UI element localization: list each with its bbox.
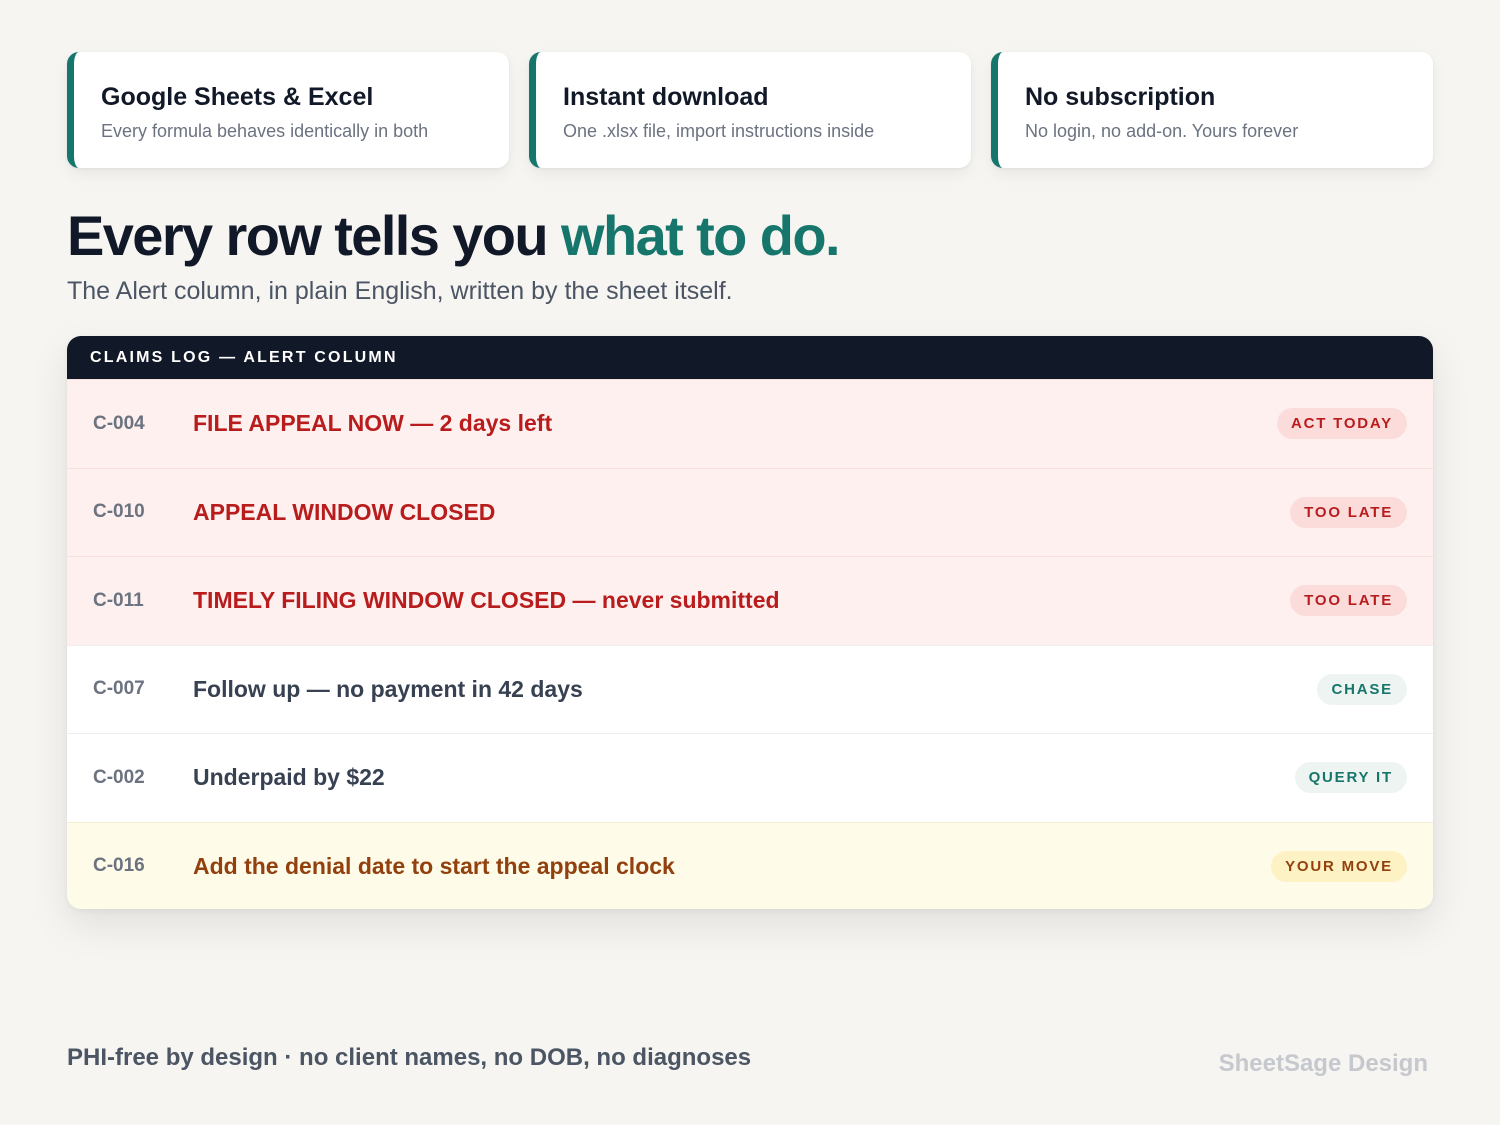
feature-card-title: Instant download — [563, 83, 769, 111]
feature-card-title: No subscription — [1025, 83, 1216, 111]
headline-lead: Every row tells you — [67, 204, 561, 267]
brand-logo-text: SheetSage Design — [1218, 1050, 1428, 1077]
alert-message: FILE APPEAL NOW — 2 days left — [193, 410, 553, 437]
table-row: C-016 Add the denial date to start the a… — [67, 821, 1433, 909]
claim-id: C-004 — [93, 412, 145, 434]
headline: Every row tells you what to do. — [67, 204, 841, 267]
alert-message: Underpaid by $22 — [193, 764, 385, 791]
table-row: C-002 Underpaid by $22 QUERY IT — [67, 733, 1433, 822]
alert-message: APPEAL WINDOW CLOSED — [193, 498, 496, 525]
status-badge: TOO LATE — [1290, 496, 1407, 528]
claim-id: C-007 — [93, 678, 145, 700]
feature-card-subtitle: Every formula behaves identically in bot… — [101, 120, 429, 141]
headline-accent: what to do. — [561, 204, 841, 267]
claims-log-table: CLAIMS LOG — ALERT COLUMN C-004 FILE APP… — [67, 336, 1433, 909]
claim-id: C-011 — [93, 589, 144, 611]
status-badge: YOUR MOVE — [1271, 850, 1407, 882]
claim-id: C-002 — [93, 766, 145, 788]
table-row: C-007 Follow up — no payment in 42 days … — [67, 644, 1433, 733]
table-row: C-004 FILE APPEAL NOW — 2 days left ACT … — [67, 379, 1433, 468]
status-badge: ACT TODAY — [1276, 408, 1407, 440]
subheadline: The Alert column, in plain English, writ… — [67, 277, 733, 305]
page: Google Sheets & Excel Every formula beha… — [0, 0, 1500, 1125]
alert-message: Add the denial date to start the appeal … — [193, 852, 675, 879]
status-badge: TOO LATE — [1290, 585, 1407, 617]
alert-message: TIMELY FILING WINDOW CLOSED — never subm… — [193, 587, 780, 614]
status-badge: QUERY IT — [1294, 762, 1407, 794]
table-header: CLAIMS LOG — ALERT COLUMN — [67, 336, 1433, 379]
feature-card-no-subscription: No subscription No login, no add-on. You… — [991, 52, 1433, 168]
feature-card-title: Google Sheets & Excel — [101, 83, 374, 111]
claim-id: C-016 — [93, 855, 145, 877]
alert-message: Follow up — no payment in 42 days — [193, 675, 583, 702]
feature-card-instant-download: Instant download One .xlsx file, import … — [529, 52, 971, 168]
table-row: C-010 APPEAL WINDOW CLOSED TOO LATE — [67, 467, 1433, 556]
feature-card-sheets-excel: Google Sheets & Excel Every formula beha… — [67, 52, 509, 168]
claim-id: C-010 — [93, 501, 145, 523]
feature-card-subtitle: One .xlsx file, import instructions insi… — [563, 120, 875, 141]
feature-cards: Google Sheets & Excel Every formula beha… — [67, 52, 1433, 168]
phi-free-note: PHI-free by design · no client names, no… — [67, 1044, 752, 1071]
feature-card-subtitle: No login, no add-on. Yours forever — [1025, 120, 1299, 141]
table-row: C-011 TIMELY FILING WINDOW CLOSED — neve… — [67, 556, 1433, 645]
status-badge: CHASE — [1317, 673, 1407, 705]
